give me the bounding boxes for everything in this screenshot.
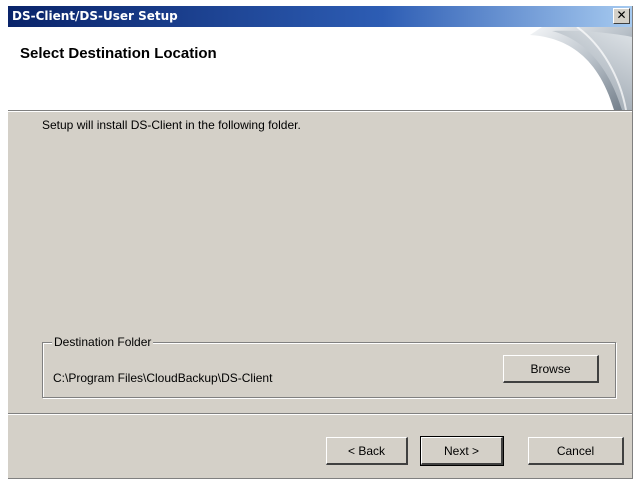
header-divider: [8, 110, 632, 112]
page-title: Select Destination Location: [20, 45, 217, 62]
setup-dialog: DS-Client/DS-User Setup ✕ Select Destina…: [8, 6, 633, 479]
footer-divider: [8, 413, 632, 415]
destination-path: C:\Program Files\CloudBackup\DS-Client: [53, 371, 273, 385]
close-icon: ✕: [616, 8, 627, 22]
title-bar[interactable]: DS-Client/DS-User Setup ✕: [8, 6, 632, 27]
cancel-button[interactable]: Cancel: [528, 437, 624, 465]
install-description: Setup will install DS-Client in the foll…: [42, 118, 301, 132]
browse-button[interactable]: Browse: [503, 355, 599, 383]
wizard-header: Select Destination Location: [8, 27, 632, 110]
next-button[interactable]: Next >: [420, 436, 504, 466]
window-title: DS-Client/DS-User Setup: [12, 9, 178, 23]
back-button[interactable]: < Back: [326, 437, 408, 465]
close-button[interactable]: ✕: [613, 8, 630, 24]
destination-folder-label: Destination Folder: [52, 335, 154, 349]
page-curl-graphic: [530, 27, 632, 110]
